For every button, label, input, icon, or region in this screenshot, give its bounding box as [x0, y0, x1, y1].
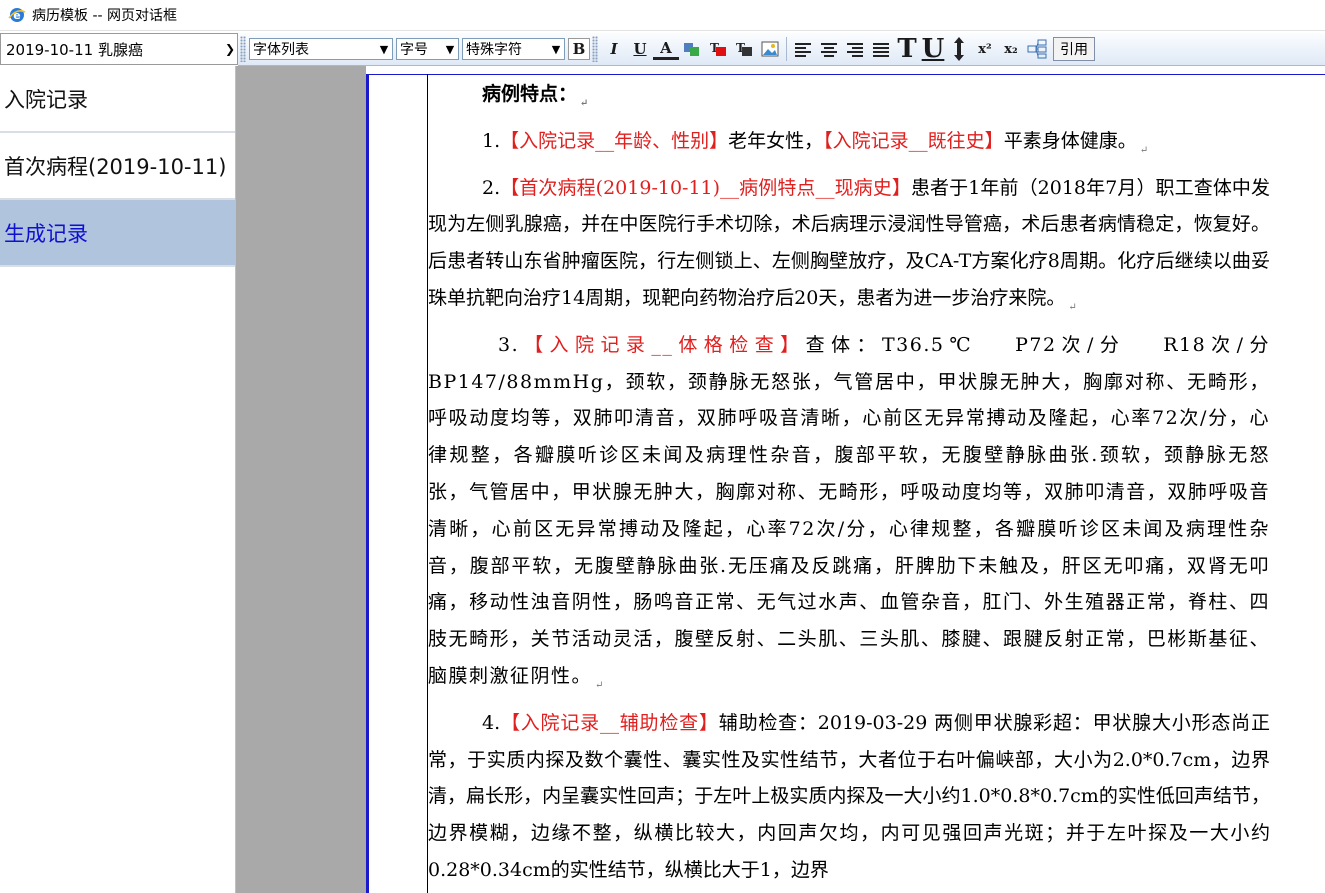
bold-button[interactable]: B	[568, 38, 590, 60]
template-tag[interactable]: 【入院记录__既往史】	[823, 130, 1004, 152]
font-color-button[interactable]: A	[653, 38, 679, 60]
fore-color-icon[interactable]: T	[705, 36, 731, 62]
window-title: 病历模板 -- 网页对话框	[32, 8, 178, 24]
record-nav: 入院记录 首次病程(2019-10-11) 生成记录	[0, 66, 236, 893]
align-center-icon[interactable]	[816, 36, 842, 62]
paragraph-text: 辅助检查：2019-03-29 两侧甲状腺彩超：甲状腺大小形态尚正常，于实质内探…	[428, 711, 1270, 881]
template-tag[interactable]: 【入院记录__体格检查】	[519, 334, 805, 356]
subscript-button[interactable]: x₂	[998, 36, 1024, 62]
chevron-down-icon[interactable]: ▼	[376, 43, 392, 56]
browser-icon: e	[8, 6, 26, 24]
back-color-icon[interactable]: T	[731, 36, 757, 62]
paragraph-mark-icon: ↵	[580, 98, 589, 109]
paragraph-text: 查体：T36.5℃ P72次/分 R18次/分 BP147/88mmHg，颈软，…	[428, 333, 1270, 687]
align-justify-icon[interactable]	[868, 36, 894, 62]
align-left-icon[interactable]	[790, 36, 816, 62]
paragraph-text: 老年女性，	[728, 129, 824, 152]
item-number: 4.	[482, 711, 501, 734]
record-date-select[interactable]: 2019-10-11 乳腺癌 ❯	[0, 33, 238, 65]
font-list-select[interactable]: 字体列表 ▼	[249, 38, 393, 60]
nav-item-generate-record[interactable]: 生成记录	[0, 200, 235, 267]
font-size-big-button[interactable]: T	[894, 34, 920, 64]
paragraph-text: 平素身体健康。	[1003, 129, 1137, 152]
section-heading: 病例特点： ↵	[428, 76, 1270, 123]
template-tag[interactable]: 【首次病程(2019-10-11)__病例特点__现病史】	[500, 177, 911, 199]
special-chars-select-value: 特殊字符	[466, 42, 522, 58]
italic-button[interactable]: I	[601, 36, 627, 62]
paragraph-mark-icon: ↵	[595, 679, 605, 691]
insert-table-icon[interactable]	[1024, 36, 1050, 62]
align-right-icon[interactable]	[842, 36, 868, 62]
nav-item-label: 首次病程(2019-10-11)	[4, 154, 227, 179]
paragraph-1: 1.【入院记录__年龄、性别】老年女性，【入院记录__既往史】平素身体健康。 ↵	[428, 123, 1270, 170]
paragraph-mark-icon: ↵	[1068, 301, 1077, 313]
document-body[interactable]: 病例特点： ↵ 1.【入院记录__年龄、性别】老年女性，【入院记录__既往史】平素…	[428, 76, 1270, 893]
nav-item-admission-record[interactable]: 入院记录	[0, 66, 235, 133]
paragraph-3: 3.【入院记录__体格检查】查体：T36.5℃ P72次/分 R18次/分 BP…	[428, 327, 1270, 705]
paragraph-mark-icon: ↵	[1139, 144, 1149, 156]
editor-gutter	[236, 66, 366, 893]
template-tag[interactable]: 【入院记录__辅助检查】	[500, 712, 719, 734]
underline-big-button[interactable]: U	[920, 34, 946, 64]
chevron-down-icon[interactable]: ❯	[223, 42, 237, 56]
paragraph-2: 2.【首次病程(2019-10-11)__病例特点__现病史】患者于1年前（20…	[428, 170, 1270, 327]
font-size-select[interactable]: 字号 ▼	[396, 38, 459, 60]
item-number: 2.	[482, 176, 501, 199]
toolbar-grip-icon[interactable]	[592, 36, 598, 62]
underline-button[interactable]: U	[627, 36, 653, 62]
window-titlebar: e 病历模板 -- 网页对话框	[0, 0, 1325, 31]
editor-toolbar: 字体列表 ▼ 字号 ▼ 特殊字符 ▼ B I U A T T T U x² x₂	[238, 33, 1325, 66]
text-highlight-icon[interactable]	[679, 36, 705, 62]
cite-button[interactable]: 引用	[1053, 37, 1095, 61]
toolbar-grip-icon[interactable]	[240, 36, 246, 62]
paragraph-4: 4.【入院记录__辅助检查】辅助检查：2019-03-29 两侧甲状腺彩超：甲状…	[428, 705, 1270, 889]
record-date-select-value: 2019-10-11 乳腺癌	[6, 40, 143, 59]
superscript-button[interactable]: x²	[972, 36, 998, 62]
nav-item-first-course[interactable]: 首次病程(2019-10-11)	[0, 133, 235, 200]
font-list-select-value: 字体列表	[253, 42, 309, 58]
nav-item-label: 生成记录	[4, 221, 88, 246]
item-number: 3.	[498, 333, 520, 356]
chevron-down-icon[interactable]: ▼	[548, 43, 564, 56]
special-chars-select[interactable]: 特殊字符 ▼	[462, 38, 565, 60]
section-heading-text: 病例特点：	[482, 83, 578, 105]
nav-item-label: 入院记录	[4, 87, 88, 112]
item-number: 1.	[482, 129, 501, 152]
font-size-select-value: 字号	[400, 42, 428, 58]
template-tag[interactable]: 【入院记录__年龄、性别】	[500, 130, 728, 152]
line-height-icon[interactable]	[946, 36, 972, 62]
chevron-down-icon[interactable]: ▼	[442, 43, 458, 56]
insert-image-icon[interactable]	[757, 36, 783, 62]
toolbar-separator	[786, 37, 787, 61]
